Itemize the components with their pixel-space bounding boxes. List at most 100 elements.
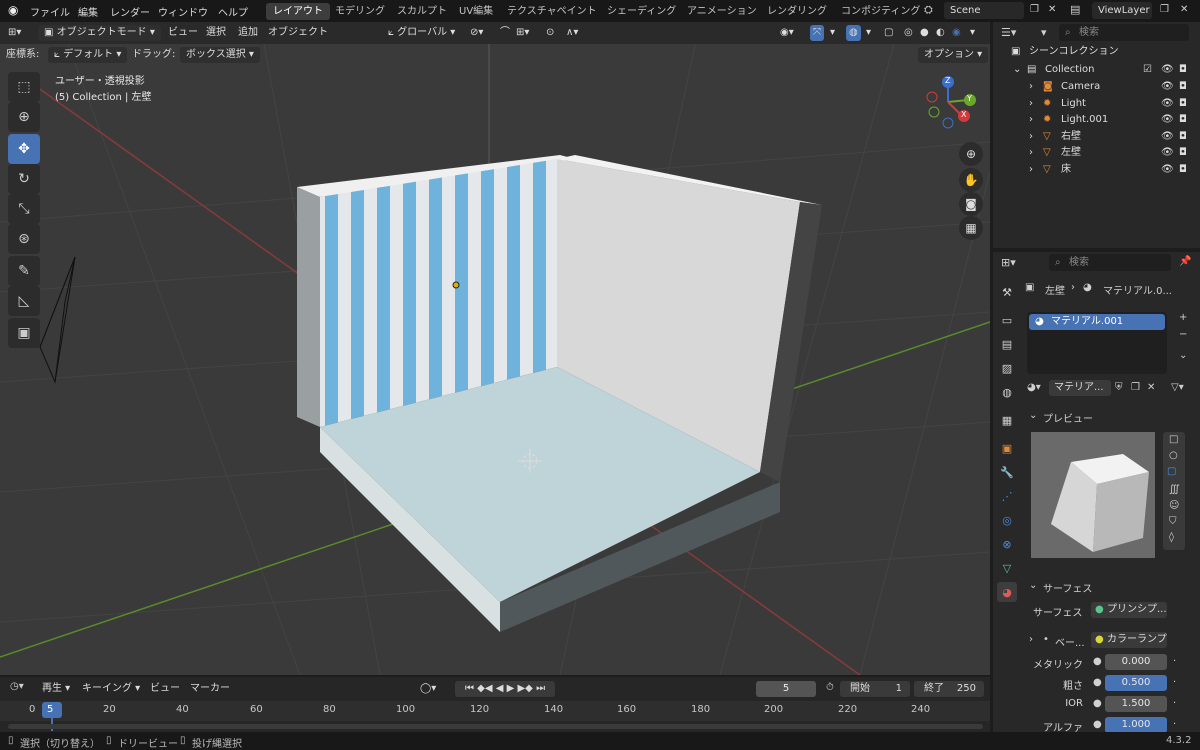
outliner-search-input[interactable]: ⌕ 検索 bbox=[1059, 24, 1189, 41]
cursor-tool-icon[interactable]: ⊕ bbox=[8, 102, 40, 132]
menu-add[interactable]: 追加 bbox=[238, 25, 258, 41]
gizmo-toggle-icon[interactable]: ⤧ bbox=[810, 25, 824, 41]
tool-tab-icon[interactable]: ⚒ bbox=[997, 282, 1017, 302]
pivot-icon[interactable]: ⊘▾ bbox=[470, 25, 483, 41]
unlink-icon[interactable]: ✕ bbox=[1147, 382, 1155, 393]
shading-dropdown-icon[interactable]: ▾ bbox=[970, 25, 975, 41]
timeline-scrollbar[interactable] bbox=[8, 724, 983, 729]
gizmo-y-label[interactable]: Y bbox=[967, 94, 972, 103]
material-shading-icon[interactable]: ◐ bbox=[936, 25, 945, 41]
menu-view[interactable]: ビュー bbox=[168, 25, 198, 41]
start-frame-field[interactable]: 開始 1 bbox=[840, 681, 910, 697]
property-value-field[interactable]: 1.000 bbox=[1105, 717, 1167, 733]
collapse-icon[interactable]: ⌄ bbox=[1013, 62, 1021, 78]
menu-render[interactable]: レンダー bbox=[110, 4, 150, 19]
autokey-icon[interactable]: ◯▾ bbox=[420, 681, 436, 697]
coord-selector[interactable]: ⟀ デフォルト ▾ bbox=[48, 47, 128, 63]
breadcrumb-object[interactable]: 左壁 bbox=[1045, 282, 1065, 297]
base-color-field[interactable]: ● カラーランプ bbox=[1091, 632, 1167, 648]
keyframe-dot-icon[interactable]: · bbox=[1173, 719, 1176, 730]
scale-tool-icon[interactable]: ⤡ bbox=[8, 194, 40, 224]
prev-key-icon[interactable]: ◆◀ bbox=[477, 683, 492, 694]
blender-logo-icon[interactable]: ◉ bbox=[8, 3, 18, 17]
play-reverse-icon[interactable]: ◀ bbox=[496, 683, 504, 694]
jump-start-icon[interactable]: ⏮ bbox=[465, 683, 474, 694]
annotate-tool-icon[interactable]: ✎ bbox=[8, 256, 40, 286]
rendered-shading-icon[interactable]: ◉ bbox=[952, 25, 961, 41]
render-camera-icon[interactable]: ◘ bbox=[1179, 145, 1187, 161]
keyframe-dot-icon[interactable]: · bbox=[1173, 698, 1176, 709]
menu-file[interactable]: ファイル bbox=[30, 4, 70, 19]
drag-selector[interactable]: ボックス選択 ▾ bbox=[180, 47, 260, 63]
3d-viewport[interactable]: Z Y X ⊞▾ ▣ オブジェクトモード ▾ ビュー 選択 追加 オブジェクト … bbox=[0, 22, 990, 675]
render-camera-icon[interactable]: ◘ bbox=[1179, 129, 1187, 145]
select-box-tool-icon[interactable]: ⬚ bbox=[8, 72, 40, 102]
add-slot-icon[interactable]: + bbox=[1179, 312, 1187, 323]
eye-icon[interactable]: 👁 bbox=[1161, 145, 1174, 161]
keying-menu[interactable]: キーイング ▾ bbox=[82, 681, 140, 697]
fluid-preview-icon[interactable]: ◊ bbox=[1169, 532, 1174, 543]
rotate-tool-icon[interactable]: ↻ bbox=[8, 164, 40, 194]
outliner-item[interactable]: › ▽ 床 👁 ◘ bbox=[993, 162, 1200, 178]
render-camera-icon[interactable]: ◘ bbox=[1179, 162, 1187, 178]
pan-hand-icon[interactable]: ✋ bbox=[959, 168, 983, 192]
duplicate-icon[interactable]: ❐ bbox=[1131, 382, 1140, 393]
tab-compositing[interactable]: コンポジティング bbox=[834, 3, 927, 20]
props-editor-icon[interactable]: ⊞▾ bbox=[1001, 256, 1016, 269]
falloff-icon[interactable]: ∧▾ bbox=[566, 25, 578, 41]
transform-orientation[interactable]: ⟀ グローバル ▾ bbox=[388, 25, 455, 41]
copy-scene-icon[interactable]: ❐ bbox=[1030, 4, 1039, 15]
expand-icon[interactable]: › bbox=[1029, 162, 1033, 178]
material-name-field[interactable]: マテリア... bbox=[1049, 380, 1111, 396]
current-frame-field[interactable]: 5 bbox=[756, 681, 816, 697]
modifier-tab-icon[interactable]: 🔧 bbox=[997, 462, 1017, 482]
render-camera-icon[interactable]: ◘ bbox=[1179, 62, 1187, 78]
stopwatch-icon[interactable]: ⏱ bbox=[826, 682, 834, 693]
camera-view-icon[interactable]: ◙ bbox=[959, 192, 983, 216]
outliner-item[interactable]: › ▽ 左壁 👁 ◘ bbox=[993, 145, 1200, 161]
cloth-preview-icon[interactable]: ⛉ bbox=[1169, 516, 1177, 527]
tab-sculpt[interactable]: スカルプト bbox=[390, 3, 454, 20]
expand-icon[interactable]: › bbox=[1029, 112, 1033, 128]
move-tool-icon[interactable]: ✥ bbox=[8, 134, 40, 164]
eye-icon[interactable]: 👁 bbox=[1161, 129, 1174, 145]
data-tab-icon[interactable]: ▽ bbox=[997, 558, 1017, 578]
gizmo-dropdown-icon[interactable]: ▾ bbox=[830, 25, 835, 41]
keyframe-dot-icon[interactable]: · bbox=[1173, 656, 1176, 667]
property-value-field[interactable]: 0.000 bbox=[1105, 654, 1167, 670]
perspective-grid-icon[interactable]: ▦ bbox=[959, 216, 983, 240]
constraints-tab-icon[interactable]: ⊗ bbox=[997, 534, 1017, 554]
keyframe-dot-icon[interactable]: · bbox=[1173, 677, 1176, 688]
options-dropdown[interactable]: オプション ▾ bbox=[918, 47, 989, 63]
copy-layer-icon[interactable]: ❐ bbox=[1160, 4, 1169, 15]
menu-edit[interactable]: 編集 bbox=[78, 4, 98, 19]
output-tab-icon[interactable]: ▤ bbox=[997, 334, 1017, 354]
collection-row[interactable]: ⌄ ▤ Collection ☑ 👁 ◘ bbox=[993, 62, 1200, 78]
tab-modeling[interactable]: モデリング bbox=[328, 3, 392, 20]
preview-collapse-icon[interactable]: ⌄ bbox=[1029, 410, 1037, 421]
tab-texture-paint[interactable]: テクスチャペイント bbox=[500, 3, 604, 20]
tab-animation[interactable]: アニメーション bbox=[680, 3, 764, 20]
object-tab-icon[interactable]: ▣ bbox=[997, 438, 1017, 458]
surface-collapse-icon[interactable]: ⌄ bbox=[1029, 580, 1037, 591]
surface-shader-field[interactable]: ● プリンシプ... bbox=[1091, 602, 1167, 618]
scene-selector[interactable]: Scene bbox=[944, 2, 1024, 19]
slot-menu-icon[interactable]: ⌄ bbox=[1179, 350, 1187, 361]
property-value-field[interactable]: 0.500 bbox=[1105, 675, 1167, 691]
add-cube-tool-icon[interactable]: ▣ bbox=[8, 318, 40, 348]
outliner-item[interactable]: › ▽ 右壁 👁 ◘ bbox=[993, 129, 1200, 145]
marker-menu[interactable]: マーカー bbox=[190, 681, 230, 697]
property-value-field[interactable]: 1.500 bbox=[1105, 696, 1167, 712]
gizmo-x-label[interactable]: X bbox=[961, 110, 966, 119]
material-slot-item[interactable]: ◕ マテリアル.001 bbox=[1029, 314, 1165, 330]
timeline-view-menu[interactable]: ビュー bbox=[150, 681, 180, 697]
scene-collection-row[interactable]: ▣ シーンコレクション bbox=[993, 44, 1200, 60]
outliner-filter-icon[interactable]: ▾ bbox=[1041, 26, 1047, 39]
tab-uv[interactable]: UV編集 bbox=[452, 3, 500, 20]
sphere-preview-icon[interactable]: ○ bbox=[1169, 450, 1178, 461]
menu-object[interactable]: オブジェクト bbox=[268, 25, 328, 41]
overlay-dropdown-icon[interactable]: ▾ bbox=[866, 25, 871, 41]
outliner-item[interactable]: › ◙ Camera 👁 ◘ bbox=[993, 79, 1200, 95]
overlay-toggle-icon[interactable]: ◍ bbox=[846, 25, 861, 41]
world-tab-icon[interactable]: ▦ bbox=[997, 410, 1017, 430]
